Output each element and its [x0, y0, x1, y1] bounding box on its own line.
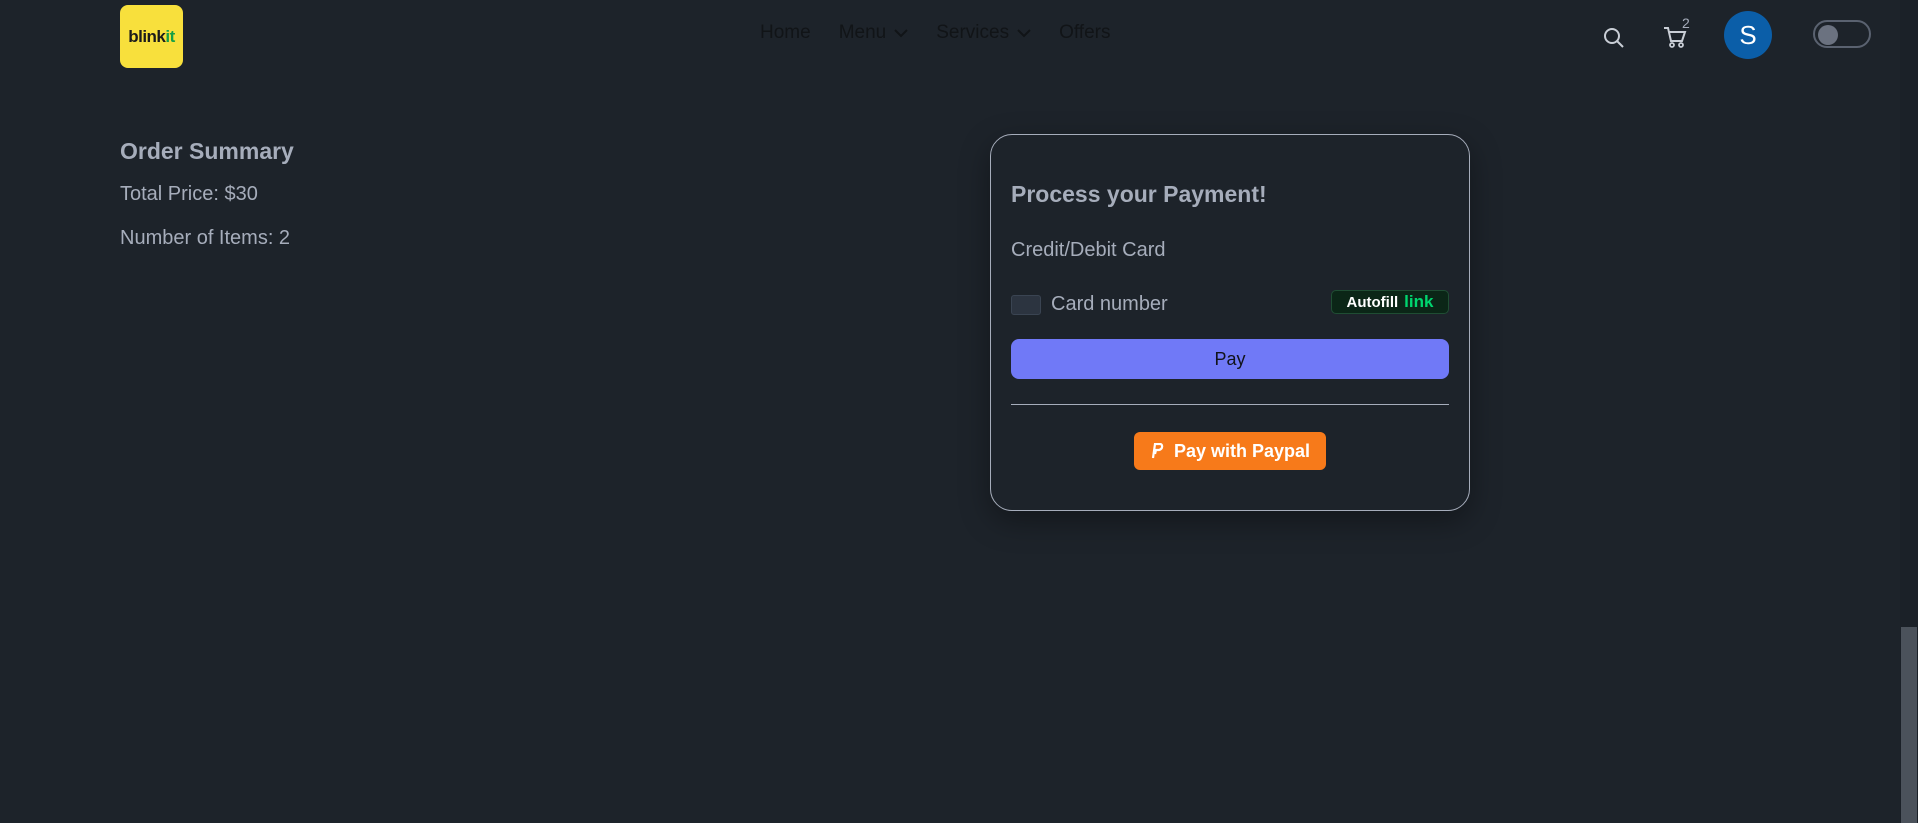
avatar-initial: S: [1739, 19, 1757, 50]
user-avatar[interactable]: S: [1724, 11, 1772, 59]
autofill-label: Autofill: [1346, 293, 1399, 311]
paypal-button[interactable]: Pay with Paypal: [1134, 432, 1326, 470]
pay-button[interactable]: Pay: [1011, 339, 1449, 379]
scrollbar-thumb[interactable]: [1901, 627, 1917, 823]
nav-services-label: Services: [936, 22, 1010, 43]
blinkit-logo[interactable]: blink it: [120, 5, 183, 68]
autofill-link-button[interactable]: Autofill link: [1331, 290, 1449, 314]
main-nav: Home Menu Services Offers: [760, 22, 1138, 44]
toggle-knob: [1818, 25, 1838, 45]
nav-menu-dropdown[interactable]: Menu: [839, 22, 909, 44]
order-summary-title: Order Summary: [120, 138, 294, 164]
paypal-icon: [1151, 443, 1164, 459]
item-count: Number of Items: 2: [120, 227, 291, 249]
nav-offers-label: Offers: [1059, 22, 1111, 43]
chevron-down-icon: [894, 28, 908, 37]
nav-services-dropdown[interactable]: Services: [936, 22, 1031, 44]
nav-home[interactable]: Home: [760, 22, 811, 44]
search-icon: [1604, 28, 1624, 48]
logo-text-it: it: [165, 26, 175, 46]
chevron-down-icon: [1017, 28, 1031, 37]
nav-menu-label: Menu: [838, 22, 887, 43]
paypal-button-label: Pay with Paypal: [1173, 440, 1311, 461]
pay-button-label: Pay: [1214, 348, 1246, 369]
navbar: blink it Home Menu Services Offers 2 S: [0, 0, 1898, 72]
divider: [1011, 404, 1449, 405]
payment-card: Process your Payment! Credit/Debit Card …: [990, 134, 1470, 511]
card-section-label: Credit/Debit Card: [1011, 239, 1166, 261]
logo-text-blink: blink: [128, 26, 166, 46]
theme-toggle[interactable]: [1813, 20, 1871, 48]
search-button[interactable]: [1600, 24, 1628, 52]
card-number-field[interactable]: Card number Autofill link: [1011, 290, 1449, 320]
payment-title: Process your Payment!: [1011, 181, 1267, 207]
cart-count-badge: 2: [1682, 15, 1690, 31]
order-summary: Order Summary Total Price: $30 Number of…: [120, 138, 294, 271]
card-number-placeholder: Card number: [1051, 293, 1168, 315]
link-brand: link: [1404, 292, 1434, 311]
nav-offers[interactable]: Offers: [1059, 22, 1110, 44]
card-icon: [1011, 295, 1041, 315]
nav-home-label: Home: [760, 22, 811, 43]
total-price: Total Price: $30: [120, 183, 258, 205]
